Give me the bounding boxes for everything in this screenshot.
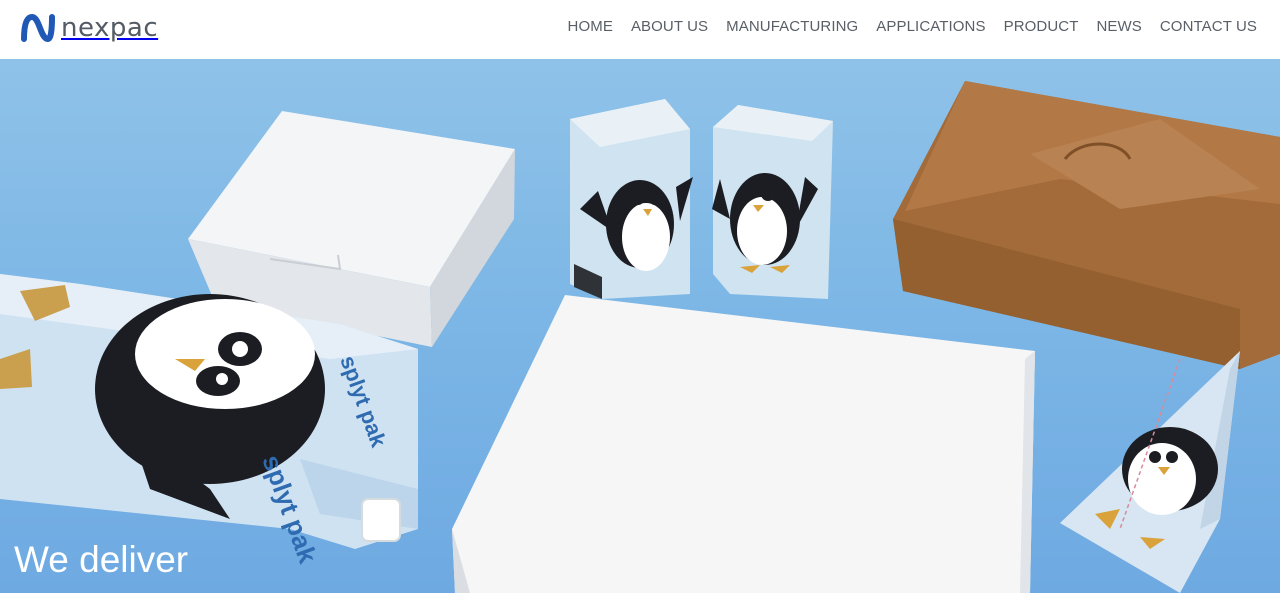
- nav-item-news[interactable]: NEWS: [1096, 17, 1141, 37]
- nav-item-manufacturing[interactable]: MANUFACTURING: [726, 17, 858, 37]
- pyramid-carton: [1060, 351, 1240, 593]
- nav-item-product[interactable]: PRODUCT: [1004, 17, 1079, 37]
- hero-heading: We deliver: [14, 539, 189, 580]
- kraft-takeaway-box: [893, 81, 1280, 369]
- nav-item-home[interactable]: HOME: [568, 17, 613, 37]
- brand-name: nexpac: [61, 13, 159, 43]
- hero-image: splyt pak splyt pak: [0, 81, 1280, 593]
- nav-item-about-us[interactable]: ABOUT US: [631, 17, 708, 37]
- brand-logo[interactable]: nexpac: [20, 12, 158, 44]
- small-carton-left: [570, 99, 693, 299]
- nav-item-contact-us[interactable]: CONTACT US: [1160, 17, 1257, 37]
- nexpac-logo-icon: [21, 13, 55, 43]
- site-header: nexpac HOME ABOUT US MANUFACTURING APPLI…: [0, 0, 1280, 59]
- nav-item-applications[interactable]: APPLICATIONS: [876, 17, 985, 37]
- hero-banner: splyt pak splyt pak We deliver: [0, 59, 1280, 593]
- large-white-box: [452, 295, 1035, 593]
- small-carton-right: [712, 105, 833, 299]
- main-nav: HOME ABOUT US MANUFACTURING APPLICATIONS…: [568, 17, 1257, 37]
